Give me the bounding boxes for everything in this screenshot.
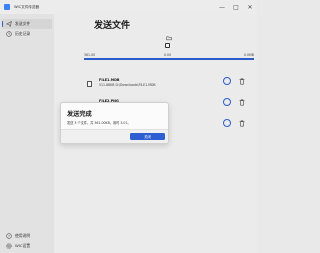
- dialog-message: 发送 3 个文件，共 361.00KB，用时 3.01。: [67, 121, 131, 125]
- window-controls: — □ ✕: [215, 0, 257, 14]
- close-dialog-button[interactable]: 关闭: [130, 133, 165, 140]
- send-complete-dialog: 发送完成 发送 3 个文件，共 361.00KB，用时 3.01。 关闭: [60, 102, 169, 144]
- app-title: WIC文件传送器: [14, 4, 40, 9]
- app-icon: [4, 4, 10, 10]
- dialog-footer: 关闭: [61, 129, 168, 143]
- maximize-button[interactable]: □: [229, 0, 243, 14]
- dialog-title: 发送完成: [67, 111, 92, 118]
- title-bar: WIC文件传送器 — □ ✕: [0, 0, 257, 14]
- minimize-button[interactable]: —: [215, 0, 229, 14]
- close-button[interactable]: ✕: [243, 0, 257, 14]
